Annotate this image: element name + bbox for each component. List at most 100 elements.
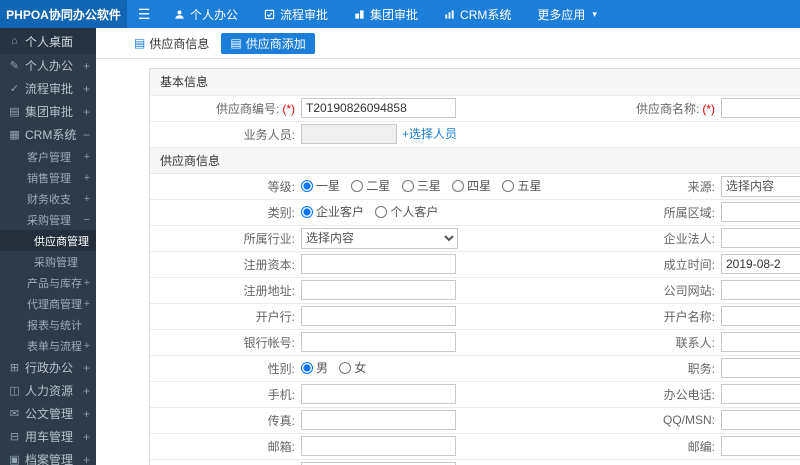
radio-input[interactable] (452, 179, 465, 192)
sidebar-item-vehicle-mgmt[interactable]: ⊟ 用车管理 + (0, 425, 96, 448)
expand-icon[interactable]: + (81, 430, 96, 444)
expand-icon[interactable]: + (82, 193, 96, 205)
collapse-icon[interactable]: − (82, 214, 96, 226)
radio-input[interactable] (301, 179, 313, 192)
expand-icon[interactable]: + (81, 407, 96, 421)
sidebar-item-crm-system[interactable]: ▦ CRM系统 − (0, 123, 96, 146)
supplier-name-input[interactable] (721, 98, 800, 118)
sidebar-item-purchase-mgmt[interactable]: 采购管理 − (0, 209, 96, 230)
sidebar-item-hr[interactable]: ◫ 人力资源 + (0, 379, 96, 402)
industry-select[interactable]: 选择内容 (301, 227, 458, 249)
legal-person-input[interactable] (721, 228, 800, 248)
sidebar-item-group-approval[interactable]: ▤ 集团审批 + (0, 100, 96, 123)
field-label: 邮编: (687, 439, 715, 454)
form-row-bank: 开户行: 开户名称: (150, 303, 800, 330)
form-row-bank-account: 银行帐号: 联系人: (150, 329, 800, 356)
category-option[interactable]: 个人客户 (375, 203, 438, 220)
contact-input[interactable] (721, 332, 800, 352)
field-label: 职务: (687, 361, 715, 376)
radio-input[interactable] (351, 179, 364, 192)
bank-account-input[interactable] (301, 332, 456, 352)
expand-icon[interactable]: + (82, 151, 96, 163)
collapse-icon[interactable]: − (81, 128, 96, 142)
nav-crm-system[interactable]: CRM系统 (431, 0, 524, 28)
account-name-input[interactable] (721, 306, 800, 326)
zip-input[interactable] (721, 436, 800, 456)
sidebar-item-reports[interactable]: 报表与统计 (0, 314, 96, 335)
radio-input[interactable] (375, 205, 388, 218)
radio-input[interactable] (301, 361, 313, 374)
field-label: 银行帐号: (243, 335, 295, 350)
sidebar-item-finance[interactable]: 财务收支 + (0, 188, 96, 209)
sidebar-item-purchase-mgmt-sub[interactable]: 采购管理 (0, 251, 96, 272)
radio-input[interactable] (301, 205, 313, 218)
sidebar-item-product-inventory[interactable]: 产品与库存 + (0, 272, 96, 293)
radio-input[interactable] (502, 179, 515, 192)
expand-icon[interactable]: + (82, 277, 96, 289)
envelope-icon: ✉ (9, 408, 20, 420)
level-option[interactable]: 四星 (452, 177, 491, 194)
sidebar-item-process-approval[interactable]: ✓ 流程审批 + (0, 77, 96, 100)
expand-icon[interactable]: + (81, 82, 96, 96)
expand-icon[interactable]: + (82, 298, 96, 310)
select-person-link[interactable]: +选择人员 (402, 127, 457, 141)
position-input[interactable] (721, 358, 800, 378)
expand-icon[interactable]: + (81, 384, 96, 398)
tab-supplier-add[interactable]: ▤ 供应商添加 (221, 32, 315, 54)
sidebar-item-personal-office[interactable]: ✎ 个人办公 + (0, 54, 96, 77)
radio-input[interactable] (401, 179, 414, 192)
sidebar-item-doc-mgmt[interactable]: ✉ 公文管理 + (0, 402, 96, 425)
bank-input[interactable] (301, 306, 456, 326)
qq-msn-input[interactable] (721, 410, 800, 430)
field-label: 注册资本: (243, 257, 295, 272)
reg-capital-input[interactable] (301, 254, 456, 274)
sidebar-item-personal-desktop[interactable]: ⌂ 个人桌面 (0, 28, 96, 54)
gender-option[interactable]: 女 (339, 359, 366, 376)
radio-input[interactable] (339, 361, 352, 374)
section-header-basic: 基本信息 (150, 69, 800, 96)
people-icon: ◫ (9, 385, 20, 397)
sidebar-item-customer-mgmt[interactable]: 客户管理 + (0, 146, 96, 167)
field-label: 来源: (687, 179, 715, 194)
sidebar-item-sales-mgmt[interactable]: 销售管理 + (0, 167, 96, 188)
expand-icon[interactable]: + (81, 105, 96, 119)
expand-icon[interactable]: + (82, 340, 96, 352)
office-phone-input[interactable] (721, 384, 800, 404)
expand-icon[interactable]: + (82, 172, 96, 184)
level-option[interactable]: 一星 (301, 177, 340, 194)
list-icon: ▤ (134, 36, 146, 50)
website-input[interactable] (721, 280, 800, 300)
level-option[interactable]: 五星 (502, 177, 541, 194)
source-select[interactable]: 选择内容 (721, 175, 800, 197)
sidebar-item-archive-mgmt[interactable]: ▣ 档案管理 + (0, 448, 96, 465)
menu-toggle-icon[interactable]: ☰ (127, 0, 161, 28)
gender-option[interactable]: 男 (301, 359, 328, 376)
expand-icon[interactable]: + (81, 361, 96, 375)
nav-personal-office[interactable]: 个人办公 (161, 0, 251, 28)
supplier-add-form: 基本信息 供应商编号:(*) 供应商名称:(*) 业务人员: +选择人员 供应商… (149, 68, 800, 465)
founded-time-input[interactable] (721, 254, 800, 274)
sidebar-item-form-flow-settings[interactable]: 表单与流程设置 + (0, 335, 96, 356)
level-option[interactable]: 三星 (401, 177, 441, 194)
nav-process-approval[interactable]: 流程审批 (251, 0, 341, 28)
field-label: 所属区域: (663, 205, 715, 220)
sidebar-item-supplier-mgmt[interactable]: 供应商管理 (0, 230, 96, 251)
email-input[interactable] (301, 436, 456, 456)
nav-more-apps[interactable]: 更多应用 ▾ (524, 0, 610, 28)
tab-supplier-info[interactable]: ▤ 供应商信息 (134, 35, 209, 52)
category-option[interactable]: 企业客户 (301, 203, 364, 220)
region-input[interactable] (721, 202, 800, 222)
mobile-input[interactable] (301, 384, 456, 404)
sidebar-item-agent-mgmt[interactable]: 代理商管理 + (0, 293, 96, 314)
business-person-input[interactable] (301, 124, 397, 144)
fax-input[interactable] (301, 410, 456, 430)
field-label: 业务人员: (243, 127, 295, 142)
supplier-no-input[interactable] (301, 98, 456, 118)
sidebar-item-admin-office[interactable]: ⊞ 行政办公 + (0, 356, 96, 379)
reg-address-input[interactable] (301, 280, 456, 300)
expand-icon[interactable]: + (81, 453, 96, 465)
level-option[interactable]: 二星 (351, 177, 390, 194)
form-row-mobile: 手机: 办公电话: (150, 381, 800, 408)
expand-icon[interactable]: + (81, 59, 96, 73)
nav-group-approval[interactable]: 集团审批 (341, 0, 431, 28)
